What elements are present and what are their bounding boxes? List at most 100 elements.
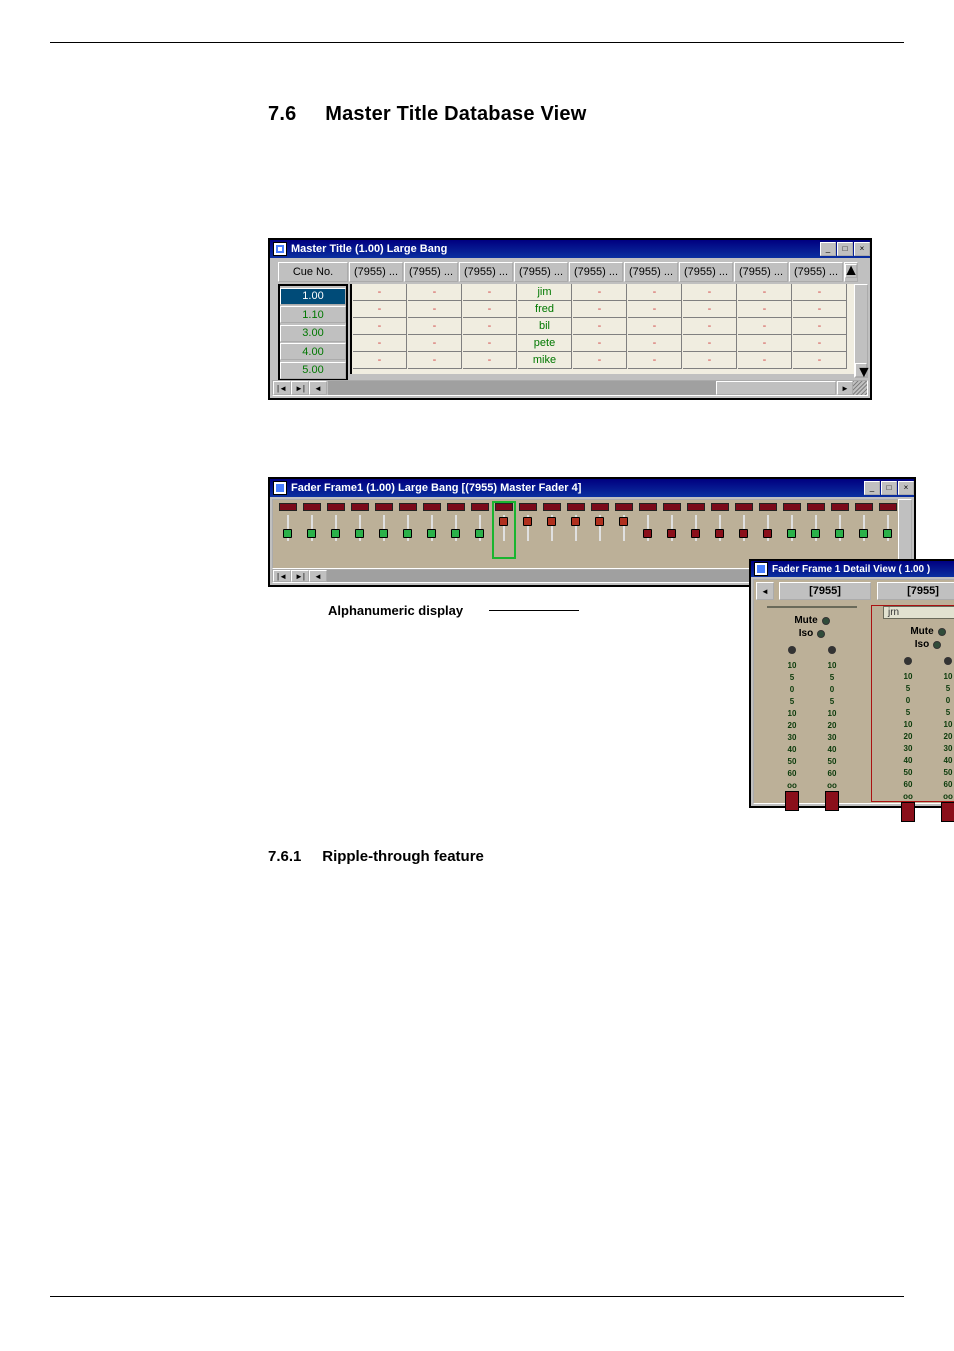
fader-strip[interactable] <box>421 502 443 558</box>
fader-knob[interactable] <box>307 529 316 538</box>
scroll-up-button[interactable]: ▲ <box>845 264 857 278</box>
column-header[interactable]: (7955) ... <box>514 262 568 282</box>
fader-track[interactable] <box>287 515 289 541</box>
grid-cell[interactable]: - <box>573 301 627 318</box>
grid-cell[interactable]: - <box>408 335 462 352</box>
fader[interactable]: 10505102030405060oo <box>889 657 927 822</box>
grid-cell[interactable]: - <box>738 318 792 335</box>
grid-cell[interactable]: - <box>738 284 792 301</box>
fader-strip[interactable] <box>589 502 611 558</box>
grid-cell[interactable]: - <box>683 301 737 318</box>
fader-knob[interactable] <box>883 529 892 538</box>
grid-cell[interactable]: - <box>738 352 792 369</box>
fader-knob[interactable] <box>283 529 292 538</box>
fader-track[interactable] <box>695 515 697 541</box>
grid-cell[interactable]: - <box>573 284 627 301</box>
fader-track[interactable] <box>839 515 841 541</box>
iso-row[interactable]: Iso <box>915 639 941 650</box>
grid-cell[interactable]: - <box>353 318 407 335</box>
fader-strip[interactable] <box>493 502 515 558</box>
fader-strip[interactable] <box>373 502 395 558</box>
fader-track[interactable] <box>479 515 481 541</box>
fader-track[interactable] <box>407 515 409 541</box>
fader-strip[interactable] <box>757 502 779 558</box>
fader-knob[interactable] <box>811 529 820 538</box>
grid-cell[interactable]: fred <box>518 301 572 318</box>
fader-strip[interactable] <box>733 502 755 558</box>
fader-track[interactable] <box>383 515 385 541</box>
grid-cell[interactable]: - <box>793 301 847 318</box>
fader-knob[interactable] <box>379 529 388 538</box>
fader-knob[interactable] <box>619 517 628 526</box>
grid-cell[interactable]: - <box>793 318 847 335</box>
fader-strip[interactable] <box>277 502 299 558</box>
grid-cell[interactable]: - <box>738 301 792 318</box>
grid-cell[interactable]: - <box>463 301 517 318</box>
fader-cap[interactable] <box>901 802 915 822</box>
detail-col-header[interactable]: [7955] <box>779 582 871 600</box>
fader-strip[interactable] <box>829 502 851 558</box>
iso-row[interactable]: Iso <box>799 628 825 639</box>
fader[interactable]: 10505102030405060oo <box>929 657 954 822</box>
resize-grip[interactable] <box>853 381 867 395</box>
cue-no-header[interactable]: Cue No. <box>278 262 348 282</box>
column-header[interactable]: (7955) ... <box>789 262 843 282</box>
titlebar[interactable]: Fader Frame 1 Detail View ( 1.00 ) _ □ × <box>751 561 954 577</box>
fader-strip[interactable] <box>853 502 875 558</box>
fader-track[interactable] <box>887 515 889 541</box>
mute-row[interactable]: Mute <box>910 626 945 637</box>
grid-cell[interactable]: mike <box>518 352 572 369</box>
fader-strip[interactable] <box>397 502 419 558</box>
fader-strip[interactable] <box>445 502 467 558</box>
fader-strip[interactable] <box>517 502 539 558</box>
minimize-button[interactable]: _ <box>820 242 836 256</box>
fader-strip[interactable] <box>541 502 563 558</box>
fader-track[interactable] <box>791 515 793 541</box>
fader-knob[interactable] <box>859 529 868 538</box>
fader-knob[interactable] <box>763 529 772 538</box>
fader-knob[interactable] <box>499 517 508 526</box>
grid-cell[interactable]: - <box>408 352 462 369</box>
grid-cell[interactable]: - <box>408 318 462 335</box>
fader[interactable]: 10505102030405060oo <box>773 646 811 811</box>
grid-cell[interactable]: - <box>408 301 462 318</box>
fader-knob[interactable] <box>667 529 676 538</box>
fader-track[interactable] <box>599 515 601 541</box>
fader-knob[interactable] <box>427 529 436 538</box>
grid-cell[interactable]: jim <box>518 284 572 301</box>
fader-track[interactable] <box>671 515 673 541</box>
grid-cell[interactable]: - <box>738 335 792 352</box>
maximize-button[interactable]: □ <box>881 481 897 495</box>
grid-cell[interactable]: - <box>408 284 462 301</box>
fader-knob[interactable] <box>691 529 700 538</box>
grid-cell[interactable]: - <box>628 318 682 335</box>
fader-strip[interactable] <box>637 502 659 558</box>
rotary-knob[interactable] <box>788 646 796 654</box>
grid-cell[interactable]: - <box>628 352 682 369</box>
nav-left-button[interactable]: ◄ <box>309 570 327 582</box>
fader-strip[interactable] <box>613 502 635 558</box>
fader-knob[interactable] <box>739 529 748 538</box>
fader-track[interactable] <box>551 515 553 541</box>
fader-strip[interactable] <box>565 502 587 558</box>
rotary-knob[interactable] <box>828 646 836 654</box>
fader-cap[interactable] <box>825 791 839 811</box>
nav-right-button[interactable]: ► <box>837 381 853 395</box>
fader-strip[interactable] <box>469 502 491 558</box>
fader-strip[interactable] <box>301 502 323 558</box>
fader-knob[interactable] <box>475 529 484 538</box>
column-header[interactable]: (7955) ... <box>734 262 788 282</box>
fader-track[interactable] <box>767 515 769 541</box>
fader-knob[interactable] <box>403 529 412 538</box>
fader-strip[interactable] <box>349 502 371 558</box>
column-header[interactable]: (7955) ... <box>349 262 403 282</box>
detail-prev-button[interactable]: ◄ <box>756 582 774 600</box>
titlebar[interactable]: Master Title (1.00) Large Bang _ □ × <box>270 240 870 258</box>
nav-prev-button[interactable]: ►| <box>291 381 309 395</box>
v-scrollbar[interactable]: ▲ <box>844 262 858 282</box>
fader-knob[interactable] <box>571 517 580 526</box>
h-scroll-track[interactable] <box>328 381 836 395</box>
grid-cell[interactable]: - <box>353 335 407 352</box>
fader-track[interactable] <box>311 515 313 541</box>
fader-strip[interactable] <box>709 502 731 558</box>
